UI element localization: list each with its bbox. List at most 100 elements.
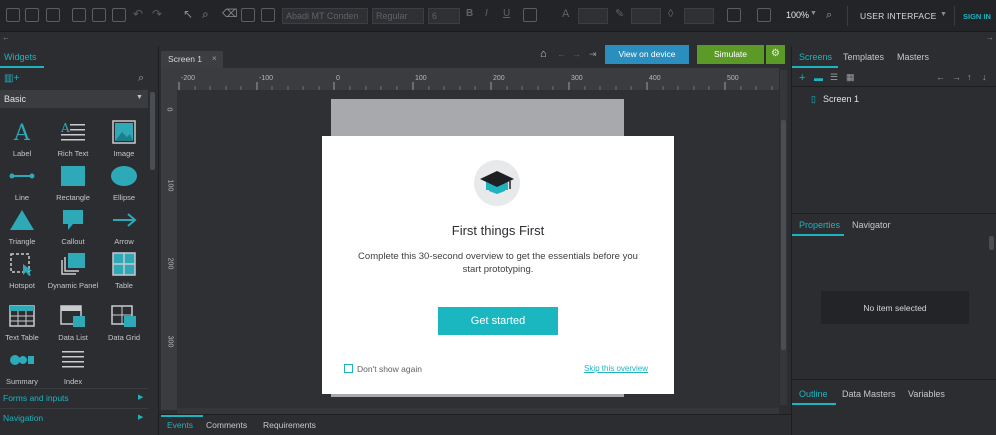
style-icon[interactable] — [261, 8, 275, 22]
underline-icon[interactable]: U — [503, 8, 517, 22]
tab-screens[interactable]: Screens — [799, 52, 832, 62]
gear-icon[interactable]: ⚙ — [766, 45, 785, 64]
add-folder-icon[interactable]: ▬ — [814, 73, 823, 83]
line-icon — [9, 173, 35, 179]
undo-icon[interactable]: ↶ — [133, 8, 147, 22]
arrow-right-icon[interactable]: → — [952, 72, 961, 82]
no-selection-text: No item selected — [863, 303, 927, 313]
home-icon[interactable]: ⌂ — [540, 48, 547, 60]
dynamic-panel-icon — [61, 253, 85, 275]
text-color-field[interactable] — [578, 8, 608, 24]
tab-templates[interactable]: Templates — [843, 52, 884, 62]
widgets-scrollbar[interactable] — [150, 92, 155, 170]
ruler-label: 300 — [571, 75, 583, 82]
back-arrow-icon[interactable]: ← — [557, 49, 566, 59]
ui-mode-dropdown[interactable]: USER INTERFACE ▼ — [847, 6, 955, 26]
align-icon[interactable] — [523, 8, 537, 22]
hotspot-icon — [10, 253, 32, 276]
list-view-icon[interactable]: ☰ — [830, 72, 838, 83]
canvas-vertical-scrollbar[interactable] — [780, 70, 787, 405]
format-painter-icon[interactable] — [241, 8, 255, 22]
text-color-icon[interactable]: A — [562, 8, 576, 22]
skip-overview-link[interactable]: Skip this overview — [584, 364, 648, 373]
section-navigation[interactable]: Navigation ▶ — [0, 408, 148, 426]
select-pointer-icon[interactable]: ↖ — [183, 8, 197, 22]
tab-variables[interactable]: Variables — [908, 389, 945, 399]
goto-icon[interactable]: ⇥ — [589, 49, 597, 60]
simulate-button[interactable]: Simulate — [697, 45, 764, 64]
sign-in-link[interactable]: SIGN IN — [963, 12, 991, 21]
ruler-ticks — [178, 82, 773, 90]
collapse-left-icon[interactable]: ← — [2, 33, 10, 42]
font-name-field[interactable]: Abadi MT Conden — [282, 8, 368, 24]
screen-tab-label: Screen 1 — [168, 54, 203, 64]
tab-masters[interactable]: Masters — [897, 52, 929, 62]
checkbox-box[interactable] — [344, 364, 353, 373]
view-on-device-button[interactable]: View on device — [605, 45, 689, 64]
tab-requirements[interactable]: Requirements — [263, 420, 316, 430]
widget-label-text: Label — [12, 149, 32, 158]
paste-icon[interactable] — [112, 8, 126, 22]
arrange-icon[interactable] — [727, 8, 741, 22]
cut-icon[interactable] — [92, 8, 106, 22]
properties-scrollbar[interactable] — [989, 236, 994, 250]
triangle-icon — [10, 210, 34, 230]
bold-icon[interactable]: B — [466, 8, 480, 22]
zoom-dropdown-icon[interactable]: ▼ — [810, 10, 817, 17]
search-icon[interactable]: ⌕ — [138, 72, 144, 85]
collapse-right-icon[interactable]: → — [986, 33, 994, 42]
widget-triangle-label: Triangle — [8, 237, 36, 246]
tab-properties[interactable]: Properties — [799, 220, 840, 230]
tab-widgets[interactable]: Widgets — [4, 52, 37, 62]
new-file-icon[interactable] — [6, 8, 20, 22]
ruler-vertical: 0 100 200 300 — [161, 90, 177, 410]
redo-icon[interactable]: ↷ — [152, 8, 166, 22]
screen-list-item[interactable]: Screen 1 — [823, 94, 859, 104]
zoom-tool-icon[interactable]: ⌕ — [202, 8, 216, 22]
library-select[interactable]: Basic ▼ — [0, 90, 148, 108]
onboarding-dialog: First things First Complete this 30-seco… — [322, 136, 674, 394]
widget-ellipse-label: Ellipse — [112, 193, 136, 202]
get-started-button[interactable]: Get started — [438, 307, 558, 335]
line-color-icon[interactable]: ✎ — [615, 8, 629, 22]
ruler-label: 500 — [727, 75, 739, 82]
tab-navigator[interactable]: Navigator — [852, 220, 891, 230]
tab-data-masters[interactable]: Data Masters — [842, 389, 896, 399]
italic-icon[interactable]: I — [485, 8, 499, 22]
tab-outline[interactable]: Outline — [799, 389, 828, 399]
font-style-field[interactable]: Regular — [372, 8, 424, 24]
line-color-field[interactable] — [631, 8, 661, 24]
group-icon[interactable] — [757, 8, 771, 22]
ruler-label: -100 — [259, 75, 274, 82]
arrow-down-icon[interactable]: ↓ — [982, 72, 987, 82]
tab-active-indicator — [792, 66, 838, 68]
fill-color-icon[interactable]: ◊ — [668, 8, 682, 22]
arrow-left-icon[interactable]: ← — [936, 72, 945, 82]
close-icon[interactable]: × — [212, 54, 217, 63]
section-label: Navigation — [3, 413, 44, 423]
chevron-down-icon: ▼ — [940, 11, 947, 18]
font-size-field[interactable]: 6 — [428, 8, 460, 24]
open-folder-icon[interactable] — [25, 8, 39, 22]
arrow-up-icon[interactable]: ↑ — [967, 72, 972, 82]
save-icon[interactable] — [46, 8, 60, 22]
arrow-icon — [113, 213, 137, 227]
tab-comments[interactable]: Comments — [206, 420, 247, 430]
data-grid-icon — [111, 305, 136, 327]
fill-color-field[interactable] — [684, 8, 714, 24]
copy-icon[interactable] — [72, 8, 86, 22]
eraser-icon[interactable]: ⌫ — [222, 8, 238, 22]
section-forms-and-inputs[interactable]: Forms and inputs ▶ — [0, 388, 148, 406]
bottom-tabs: Events Comments Requirements — [159, 414, 791, 435]
search-icon[interactable]: ⌕ — [826, 9, 832, 22]
add-library-icon[interactable]: ▥+ — [4, 73, 19, 84]
add-screen-icon[interactable]: + — [799, 72, 805, 84]
tab-events[interactable]: Events — [167, 420, 193, 430]
grid-view-icon[interactable]: ▦ — [846, 72, 855, 83]
forward-arrow-icon[interactable]: → — [572, 49, 581, 59]
tab-screen-1[interactable]: Screen 1 × — [161, 51, 223, 68]
zoom-level[interactable]: 100% — [786, 10, 809, 20]
top-toolbar: ↶ ↷ ↖ ⌕ ⌫ Abadi MT Conden Regular 6 B I … — [0, 0, 996, 32]
tab-active-indicator — [792, 403, 836, 405]
dialog-body: Complete this 30-second overview to get … — [358, 251, 638, 275]
